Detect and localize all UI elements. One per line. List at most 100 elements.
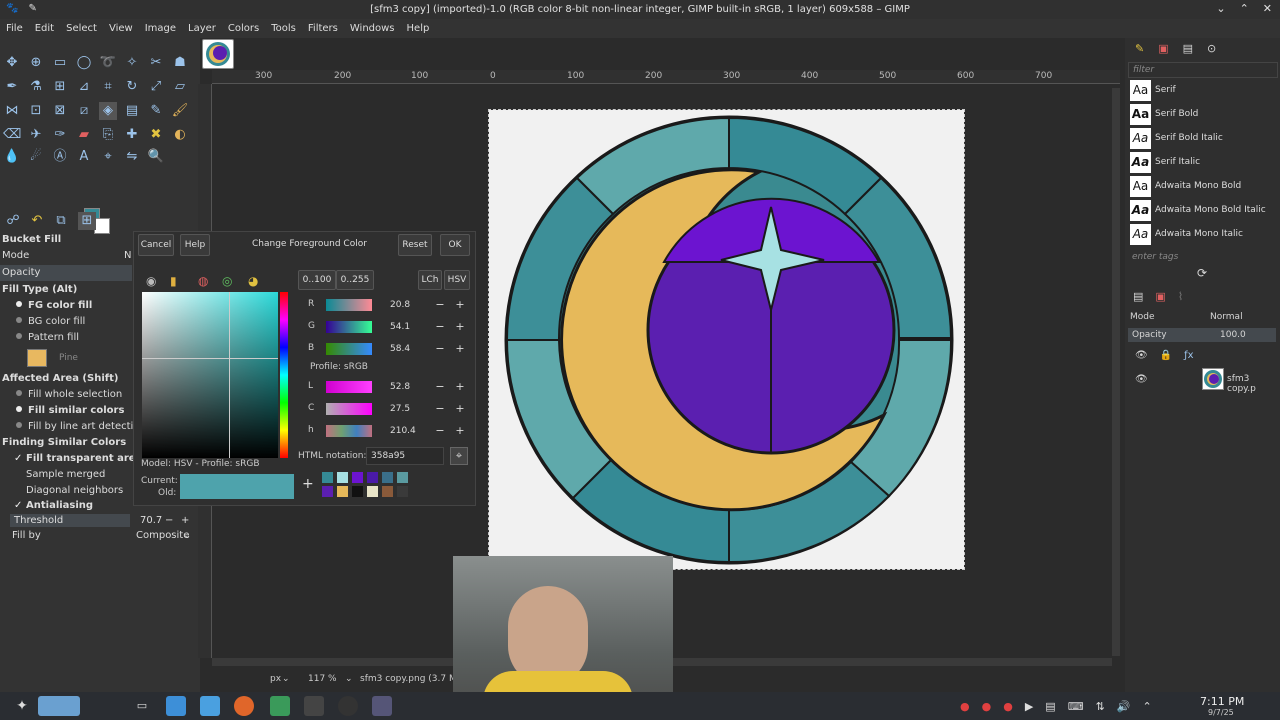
zoom-selector[interactable]: 117 % (308, 674, 337, 684)
scale-selector-icon[interactable]: ◉ (146, 274, 156, 288)
font-list-item[interactable]: Aa Adwaita Mono Bold (1130, 174, 1280, 198)
file-manager-icon[interactable] (200, 696, 220, 716)
foreground-select-icon[interactable]: ☗ (171, 54, 189, 72)
hsv-toggle[interactable]: HSV (444, 270, 470, 290)
perspective-icon[interactable]: ⧄ (75, 102, 93, 120)
airbrush-icon[interactable]: ✈ (27, 126, 45, 144)
bucket-fill-icon[interactable]: ◈ (99, 102, 117, 120)
menu-colors[interactable]: Colors (222, 23, 265, 34)
smudge2-icon[interactable]: ☄ (27, 148, 45, 166)
text-tool-icon[interactable]: A (75, 148, 93, 166)
layer-visibility-icon[interactable]: 👁 (1135, 374, 1148, 385)
menu-layer[interactable]: Layer (182, 23, 222, 34)
rect-select-icon[interactable]: ▭ (51, 54, 69, 72)
rotate-tool-icon[interactable]: ↻ (123, 78, 141, 96)
lightness-channel-row[interactable]: L 52.8 − + (300, 379, 476, 395)
chroma-decrement[interactable]: − (432, 401, 448, 417)
vertical-scrollbar[interactable] (1112, 88, 1120, 656)
pin-icon[interactable]: ✎ (28, 3, 36, 14)
fill-by-row[interactable]: Fill by Composite ⌄ (0, 528, 200, 544)
tool-options-tab-icon[interactable]: ⊞ (78, 212, 96, 230)
history-color-swatch[interactable] (367, 486, 378, 497)
mypaint-brush-icon[interactable]: ▰ (75, 126, 93, 144)
threshold-decrement[interactable]: − (165, 513, 173, 529)
font-list-item[interactable]: Aa Serif (1130, 78, 1280, 102)
layer-opacity-slider[interactable]: Opacity 100.0 (1128, 328, 1276, 342)
start-menu-icon[interactable]: ✦ (12, 696, 32, 716)
record-icon[interactable]: ● (960, 700, 970, 713)
menu-help[interactable]: Help (401, 23, 436, 34)
hue-channel-row[interactable]: h 210.4 − + (300, 423, 476, 439)
maximize-button[interactable]: ⌃ (1240, 2, 1249, 15)
menu-file[interactable]: File (0, 23, 29, 34)
pattern-swatch[interactable] (27, 349, 47, 367)
magnify-icon[interactable]: 🔍 (147, 148, 165, 166)
channels-tab-icon[interactable]: ▣ (1155, 290, 1165, 303)
history-color-swatch[interactable] (367, 472, 378, 483)
red-decrement[interactable]: − (432, 297, 448, 313)
text-tool-bold-icon[interactable]: Ⓐ (51, 148, 69, 166)
paths-tool-icon[interactable]: ✒ (3, 78, 21, 96)
scale-tool-icon[interactable]: ⤢ (147, 78, 165, 96)
layer-mode-value[interactable]: Normal (1210, 312, 1243, 322)
obs-icon[interactable] (338, 696, 358, 716)
terminal-icon[interactable]: ▭ (132, 696, 152, 716)
threshold-increment[interactable]: + (181, 513, 189, 529)
cancel-button[interactable]: Cancel (138, 234, 174, 256)
blur-tool-icon[interactable]: 💧 (3, 148, 21, 166)
hue-increment[interactable]: + (452, 423, 468, 439)
zoom-tool-icon[interactable]: ⊞ (51, 78, 69, 96)
font-list-item[interactable]: Aa Adwaita Mono Bold Italic (1130, 198, 1280, 222)
clock-time[interactable]: 7:11 PM (1200, 695, 1244, 708)
document-history-tab-icon[interactable]: ⊙ (1207, 42, 1216, 55)
align-tool-icon[interactable]: ⊕ (27, 54, 45, 72)
history-color-swatch[interactable] (382, 486, 393, 497)
discover-icon[interactable] (166, 696, 186, 716)
layers-tab-icon[interactable]: ▤ (1133, 290, 1143, 303)
ellipse-select-icon[interactable]: ◯ (75, 54, 93, 72)
patterns-tab-icon[interactable]: ▣ (1158, 42, 1168, 55)
desktop-pager[interactable] (38, 696, 80, 716)
record3-icon[interactable]: ● (1003, 700, 1013, 713)
cmyk-selector-icon[interactable]: ▮ (170, 274, 177, 288)
undo-history-icon[interactable]: ↶ (28, 212, 46, 230)
reset-button[interactable]: Reset (398, 234, 432, 256)
chroma-value[interactable]: 27.5 (386, 401, 432, 417)
inkscape-icon[interactable] (304, 696, 324, 716)
red-channel-row[interactable]: R 20.8 − + (300, 297, 476, 313)
blue-decrement[interactable]: − (432, 341, 448, 357)
lock-icon[interactable]: 🔒 (1160, 350, 1172, 361)
hue-slider[interactable] (280, 292, 288, 458)
ok-button[interactable]: OK (440, 234, 470, 256)
measure-tool-icon[interactable]: ⊿ (75, 78, 93, 96)
green-value[interactable]: 54.1 (386, 319, 432, 335)
unified-transform-icon[interactable]: ⊠ (51, 102, 69, 120)
clipboard-icon[interactable]: ▤ (1045, 700, 1055, 713)
gimp-app-icon[interactable]: 🐾 (6, 3, 18, 14)
html-notation-input[interactable]: 358a95 (366, 447, 444, 465)
fonts-tab-icon[interactable]: ▤ (1183, 42, 1193, 55)
layer-name[interactable]: sfm3 copy.p (1227, 374, 1280, 394)
handle-transform-icon[interactable]: ⌖ (99, 148, 117, 166)
images-tab-icon[interactable]: ⧉ (52, 212, 70, 230)
warp-tool-icon[interactable]: ⋈ (3, 102, 21, 120)
clone-tool-icon[interactable]: ⎘ (99, 126, 117, 144)
fuzzy-select-icon[interactable]: ✧ (123, 54, 141, 72)
history-color-swatch[interactable] (322, 472, 333, 483)
lightness-decrement[interactable]: − (432, 379, 448, 395)
font-list-item[interactable]: Aa Adwaita Mono Italic (1130, 222, 1280, 246)
opacity-slider[interactable]: Opacity (0, 265, 132, 281)
flip-tool-icon[interactable]: ⇋ (123, 148, 141, 166)
shear-tool-icon[interactable]: ▱ (171, 78, 189, 96)
history-color-swatch[interactable] (382, 472, 393, 483)
menu-image[interactable]: Image (139, 23, 182, 34)
paths-tab-icon[interactable]: ⌇ (1178, 290, 1183, 303)
history-color-swatch[interactable] (397, 472, 408, 483)
lch-toggle[interactable]: LCh (418, 270, 442, 290)
green-increment[interactable]: + (452, 319, 468, 335)
media-play-icon[interactable]: ▶ (1025, 700, 1033, 713)
hue-decrement[interactable]: − (432, 423, 448, 439)
blue-value[interactable]: 58.4 (386, 341, 432, 357)
lightness-value[interactable]: 52.8 (386, 379, 432, 395)
network-icon[interactable]: ⇅ (1096, 700, 1105, 713)
